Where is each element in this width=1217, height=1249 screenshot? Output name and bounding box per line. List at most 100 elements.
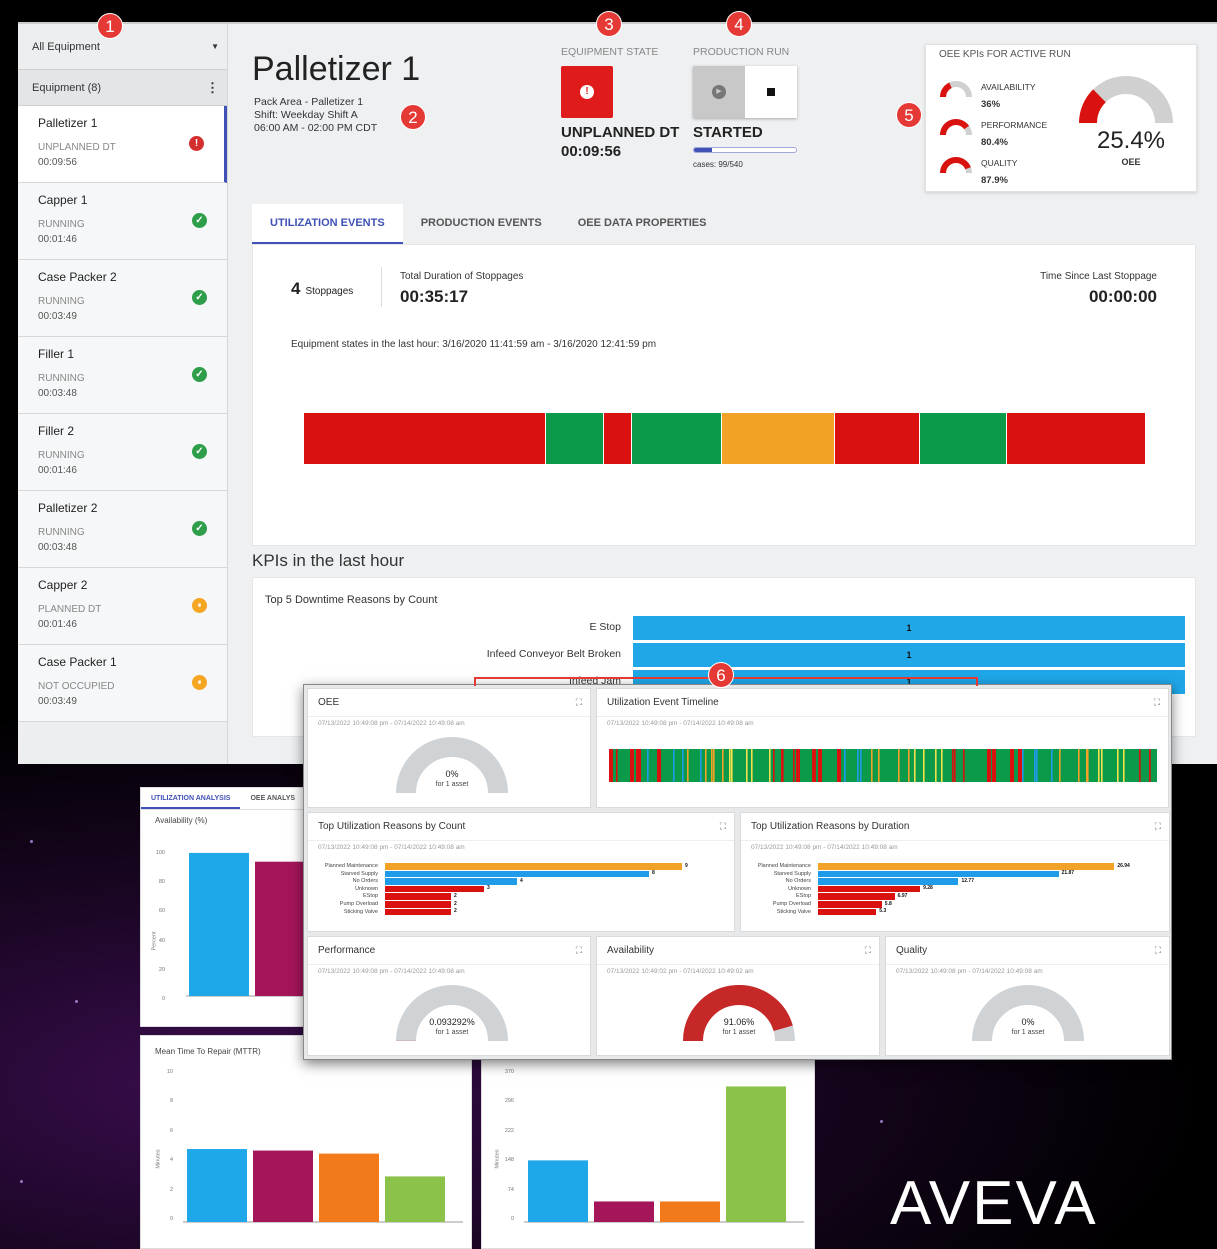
- reason-bar[interactable]: [818, 893, 895, 900]
- y-tick: 2: [169, 1186, 173, 1193]
- timeline-event: [1139, 749, 1141, 782]
- timeline-event: [796, 749, 800, 782]
- expand-icon[interactable]: ⛶: [865, 945, 871, 956]
- reason-bar[interactable]: [818, 863, 1115, 870]
- state-segment-planned[interactable]: [721, 413, 836, 464]
- equipment-item[interactable]: Palletizer 1 UNPLANNED DT 00:09:56!: [18, 106, 227, 183]
- y-tick: 80: [158, 879, 165, 886]
- reason-bar[interactable]: [818, 885, 921, 893]
- timeline-panel-title: Utilization Event Timeline: [597, 689, 1168, 717]
- tab-utilization-events[interactable]: UTILIZATION EVENTS: [252, 204, 403, 244]
- run-controls: ▶: [693, 66, 797, 118]
- equipment-item[interactable]: Filler 1 RUNNING 00:03:48 ✓: [18, 337, 227, 414]
- reason-bar[interactable]: [385, 901, 451, 908]
- downtime-reason-label: E Stop: [589, 621, 621, 633]
- timeline-event: [746, 749, 748, 782]
- equipment-filter[interactable]: All Equipment ▼: [18, 24, 227, 70]
- tab-oee-analysis[interactable]: OEE ANALYS: [240, 788, 305, 809]
- equipment-item[interactable]: Case Packer 1 NOT OCCUPIED 00:03:49 ⏸: [18, 645, 227, 722]
- timeline-event: [722, 749, 724, 782]
- reasons-count-title: Top Utilization Reasons by Count: [308, 813, 734, 841]
- kpi-mini-gauges: [940, 81, 972, 174]
- expand-icon[interactable]: ⛶: [576, 697, 582, 708]
- timeline-event: [630, 749, 634, 782]
- equipment-state-button[interactable]: !: [561, 66, 613, 118]
- reason-bar[interactable]: [385, 893, 451, 900]
- timeline-panel-date: 07/13/2022 10:49:08 pm - 07/14/2022 10:4…: [607, 720, 754, 727]
- timeline-event: [713, 749, 715, 782]
- expand-icon[interactable]: ⛶: [720, 821, 726, 832]
- reason-value: 6.97: [897, 892, 908, 899]
- reason-value: 12.77: [961, 877, 974, 884]
- reason-value: 26.94: [1117, 862, 1130, 869]
- timeline-event: [1022, 749, 1024, 782]
- downtime-bar[interactable]: 1: [633, 616, 1185, 640]
- timeline-event: [1117, 749, 1119, 782]
- reasons-duration-panel: Top Utilization Reasons by Duration ⛶ 07…: [740, 812, 1170, 932]
- equipment-state-time: 00:09:56: [561, 143, 622, 160]
- expand-icon[interactable]: ⛶: [1155, 945, 1161, 956]
- reason-bar[interactable]: [818, 878, 959, 885]
- state-segment-running[interactable]: [920, 413, 1008, 464]
- equipment-item[interactable]: Capper 1 RUNNING 00:01:46 ✓: [18, 183, 227, 260]
- equipment-item[interactable]: Palletizer 2 RUNNING 00:03:48 ✓: [18, 491, 227, 568]
- equipment-item[interactable]: Capper 2 PLANNED DT 00:01:46 ⏸: [18, 568, 227, 645]
- stop-button[interactable]: [745, 66, 797, 118]
- play-button[interactable]: ▶: [693, 66, 745, 118]
- state-segment-running[interactable]: [631, 413, 722, 464]
- detail-tabs: UTILIZATION EVENTS PRODUCTION EVENTS OEE…: [252, 204, 724, 244]
- expand-icon[interactable]: ⛶: [1154, 697, 1160, 708]
- y-tick: 74: [507, 1186, 514, 1193]
- reason-value: 5.3: [879, 908, 887, 915]
- duration-label: Total Duration of Stoppages: [400, 271, 524, 282]
- state-segment-down[interactable]: [603, 413, 632, 464]
- state-segment-down[interactable]: [835, 413, 921, 464]
- reason-bar[interactable]: [818, 908, 877, 916]
- reason-label: EStop: [363, 893, 378, 900]
- y-tick: 370: [504, 1069, 514, 1075]
- expand-icon[interactable]: ⛶: [576, 945, 582, 956]
- timeline-event: [1098, 749, 1100, 782]
- timeline-event: [818, 749, 822, 782]
- kpi-card-title: OEE KPIs FOR ACTIVE RUN: [939, 49, 1071, 60]
- equipment-filter-value: All Equipment: [32, 40, 100, 53]
- state-segment-down[interactable]: [1007, 413, 1146, 464]
- tab-oee-data-properties[interactable]: OEE DATA PROPERTIES: [560, 204, 725, 244]
- cases-progress-fill: [694, 148, 713, 152]
- equipment-state: UNPLANNED DT: [561, 124, 680, 141]
- timeline-event: [908, 749, 910, 782]
- kpi-gauge-fill: [940, 82, 953, 98]
- mttr-panel: Mean Time To Repair (MTTR) Minutes 10 8 6 4…: [140, 1035, 472, 1249]
- tab-production-events[interactable]: PRODUCTION EVENTS: [403, 204, 560, 244]
- availability-label: AVAILABILITY: [981, 82, 1036, 92]
- performance-gauge-value: 0.093292%: [429, 1017, 475, 1027]
- reason-value: 21.87: [1061, 870, 1075, 877]
- equipment-detail: Palletizer 1 Pack Area - Palletizer 1 Sh…: [228, 24, 1217, 764]
- reason-bar[interactable]: [385, 908, 451, 916]
- reason-bar[interactable]: [385, 870, 649, 878]
- reason-label: Starved Supply: [340, 870, 378, 877]
- timeline-event: [609, 749, 613, 782]
- equipment-count: Equipment (8): [32, 81, 102, 94]
- expand-icon[interactable]: ⛶: [1155, 821, 1161, 832]
- main-window: All Equipment ▼ Equipment (8) ⋮ Palletiz…: [18, 22, 1217, 764]
- oee-gauge-value: 0%: [445, 769, 459, 779]
- equipment-list: Palletizer 1 UNPLANNED DT 00:09:56! Capper …: [18, 106, 227, 722]
- reason-bar[interactable]: [818, 870, 1059, 878]
- chart-bar: [726, 1086, 786, 1222]
- state-segment-running[interactable]: [546, 413, 604, 464]
- stoppages-label: Stoppages: [305, 286, 354, 297]
- y-tick: 10: [166, 1069, 173, 1075]
- tab-utilization-analysis[interactable]: UTILIZATION ANALYSIS: [141, 788, 241, 809]
- equipment-item[interactable]: Case Packer 2 RUNNING 00:03:49 ✓: [18, 260, 227, 337]
- state-segment-down[interactable]: [304, 413, 547, 464]
- more-menu-icon[interactable]: ⋮: [206, 80, 219, 96]
- reason-value: 5.8: [884, 900, 892, 907]
- equipment-item[interactable]: Filler 2 RUNNING 00:01:46 ✓: [18, 414, 227, 491]
- timeline-event: [857, 749, 859, 782]
- reason-bar[interactable]: [385, 878, 517, 885]
- reason-bar[interactable]: [385, 885, 484, 893]
- reason-bar[interactable]: [818, 901, 882, 908]
- reason-label: No Orders: [785, 878, 811, 885]
- reason-bar[interactable]: [385, 863, 682, 870]
